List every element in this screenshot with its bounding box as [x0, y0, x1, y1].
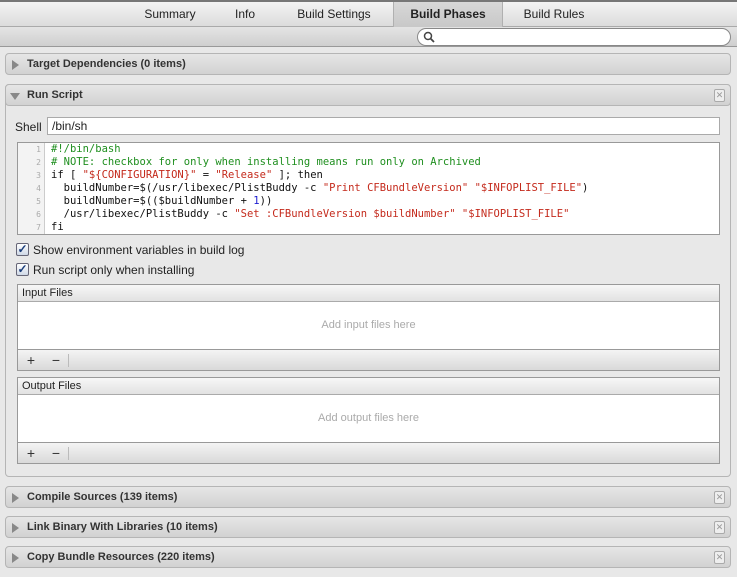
- add-input-file-button[interactable]: +: [24, 352, 38, 368]
- filter-bar: [0, 27, 737, 47]
- code-line: # NOTE: checkbox for only when installin…: [51, 156, 588, 169]
- input-files-footer: + −: [18, 349, 719, 370]
- disclosure-triangle-icon[interactable]: [12, 60, 19, 70]
- line-number: 2: [36, 158, 41, 167]
- disclosure-triangle-icon[interactable]: [12, 493, 19, 503]
- code-line: fi: [51, 221, 588, 234]
- code-token-plain: )): [259, 195, 273, 207]
- divider: [68, 354, 69, 367]
- phase-title: Copy Bundle Resources (220 items): [27, 551, 215, 563]
- tab-build-settings[interactable]: Build Settings: [285, 2, 383, 27]
- code-token-plain: buildNumber=$(/usr/libexec/PlistBuddy -c: [51, 182, 323, 194]
- shell-input[interactable]: /bin/sh: [47, 117, 720, 135]
- search-icon: [423, 31, 435, 43]
- code-token-plain: buildNumber=$(($buildNumber +: [51, 195, 254, 207]
- line-number-gutter: 1 2 3 4 5 6 7: [18, 143, 45, 234]
- line-number: 4: [36, 184, 41, 193]
- code-token-string: "$INFOPLIST_FILE": [474, 182, 583, 194]
- code-token-string: "$INFOPLIST_FILE": [461, 208, 570, 220]
- input-files-placeholder[interactable]: Add input files here: [18, 302, 719, 349]
- disclosure-triangle-icon[interactable]: [10, 93, 20, 100]
- run-script-header[interactable]: Run Script ✕: [5, 84, 731, 106]
- line-number: 7: [36, 223, 41, 232]
- remove-output-file-button[interactable]: −: [49, 445, 63, 461]
- tab-build-phases[interactable]: Build Phases: [393, 2, 503, 27]
- phase-title: Target Dependencies (0 items): [27, 58, 186, 70]
- tab-summary[interactable]: Summary: [133, 2, 207, 27]
- code-token-plain: /usr/libexec/PlistBuddy -c: [51, 208, 235, 220]
- tab-info[interactable]: Info: [222, 2, 268, 27]
- code-line: buildNumber=$(($buildNumber + 1)): [51, 195, 588, 208]
- line-number: 1: [36, 145, 41, 154]
- code-token-string: "Print CFBundleVersion": [322, 182, 469, 194]
- code-line: /usr/libexec/PlistBuddy -c "Set :CFBundl…: [51, 208, 588, 221]
- code-token-comment: # NOTE: checkbox for only when installin…: [51, 156, 481, 168]
- remove-input-file-button[interactable]: −: [49, 352, 63, 368]
- shell-label: Shell: [15, 120, 42, 134]
- code-token-plain: ]; then: [272, 169, 323, 181]
- code-token-plain: if [: [51, 169, 83, 181]
- output-files-footer: + −: [18, 442, 719, 463]
- phase-compile-sources[interactable]: Compile Sources (139 items) ✕: [5, 486, 731, 508]
- script-code[interactable]: #!/bin/bash # NOTE: checkbox for only whe…: [51, 143, 588, 234]
- add-output-file-button[interactable]: +: [24, 445, 38, 461]
- show-env-checkbox[interactable]: ✓: [16, 243, 29, 256]
- divider: [68, 447, 69, 460]
- output-files-header: Output Files: [18, 378, 719, 395]
- input-files-header: Input Files: [18, 285, 719, 302]
- code-token-string: "Set :CFBundleVersion $buildNumber": [234, 208, 456, 220]
- search-input[interactable]: [438, 30, 723, 44]
- delete-phase-icon[interactable]: ✕: [714, 491, 725, 504]
- delete-phase-icon[interactable]: ✕: [714, 551, 725, 564]
- phase-target-dependencies[interactable]: Target Dependencies (0 items): [5, 53, 731, 75]
- code-token-comment: #!/bin/bash: [51, 143, 121, 155]
- only-installing-checkbox[interactable]: ✓: [16, 263, 29, 276]
- phase-copy-bundle-resources[interactable]: Copy Bundle Resources (220 items) ✕: [5, 546, 731, 568]
- search-field[interactable]: [417, 28, 731, 46]
- tab-build-rules[interactable]: Build Rules: [512, 2, 596, 27]
- script-editor[interactable]: 1 2 3 4 5 6 7 #!/bin/bash # NOTE: checkbox for …: [17, 142, 720, 235]
- phase-title: Compile Sources (139 items): [27, 491, 178, 503]
- code-token-plain: =: [196, 169, 216, 181]
- line-number: 3: [36, 171, 41, 180]
- disclosure-triangle-icon[interactable]: [12, 523, 19, 533]
- code-token-string: "${CONFIGURATION}": [82, 169, 197, 181]
- phase-title: Run Script: [27, 89, 83, 101]
- code-token-plain: ): [582, 182, 589, 194]
- code-line: buildNumber=$(/usr/libexec/PlistBuddy -c…: [51, 182, 589, 195]
- phase-title: Link Binary With Libraries (10 items): [27, 521, 218, 533]
- delete-phase-icon[interactable]: ✕: [714, 89, 725, 102]
- input-files-list: Input Files Add input files here + −: [17, 284, 720, 371]
- code-line: if [ "${CONFIGURATION}" = "Release" ]; t…: [51, 169, 588, 182]
- phase-link-binary[interactable]: Link Binary With Libraries (10 items) ✕: [5, 516, 731, 538]
- show-env-label: Show environment variables in build log: [33, 243, 245, 257]
- code-line: #!/bin/bash: [51, 143, 588, 156]
- tab-bar: Summary Info Build Settings Build Phases…: [0, 0, 737, 27]
- line-number: 5: [36, 197, 41, 206]
- only-installing-label: Run script only when installing: [33, 263, 195, 277]
- line-number: 6: [36, 210, 41, 219]
- delete-phase-icon[interactable]: ✕: [714, 521, 725, 534]
- output-files-list: Output Files Add output files here + −: [17, 377, 720, 464]
- output-files-placeholder[interactable]: Add output files here: [18, 395, 719, 442]
- disclosure-triangle-icon[interactable]: [12, 553, 19, 563]
- code-token-plain: fi: [51, 221, 64, 233]
- run-script-phase: Run Script ✕ Shell /bin/sh 1 2 3 4 5 6 7 #!/bi…: [5, 84, 731, 477]
- code-token-string: "Release": [215, 169, 273, 181]
